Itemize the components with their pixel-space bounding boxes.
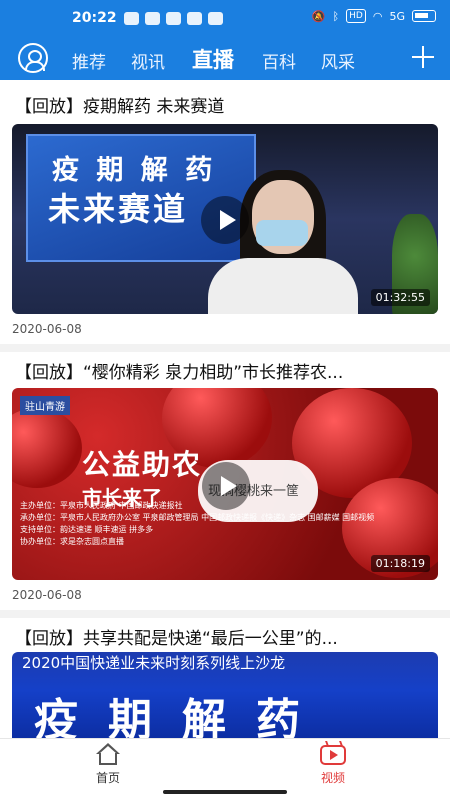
status-notification-icons (124, 12, 223, 25)
status-time: 20:22 (72, 10, 117, 26)
tab-live[interactable]: 直播 (192, 44, 234, 74)
thumbnail-tag: 驻山青游 (20, 396, 70, 415)
thumbnail-text: 疫 期 解 药 (52, 155, 217, 186)
nav-video-label: 视频 (320, 771, 345, 785)
video-title[interactable]: 【回放】共享共配是快递“最后一公里”的... (15, 624, 440, 649)
video-feed: 【回放】疫期解药 未来赛道 疫 期 解 药 未来赛道 01:32:55 2020… (0, 80, 450, 740)
presenter-image (208, 258, 358, 314)
video-title[interactable]: 【回放】“樱你精彩 泉力相助”市长推荐农... (15, 358, 440, 383)
video-thumbnail[interactable]: 驻山青游 公益助农 市长来了 现摘樱桃来一筐 主办单位：平泉市人民政府 中国邮政… (12, 388, 438, 580)
channel-tabs: 推荐 视讯 直播 百科 风采 (0, 40, 450, 78)
mute-icon: 🔕 (311, 9, 326, 23)
notification-icon (124, 12, 139, 25)
thumbnail-text: 疫期解药 (34, 695, 330, 740)
bluetooth-icon: ᛒ (332, 9, 340, 23)
play-icon[interactable] (201, 196, 249, 244)
thumbnail-info: 协办单位：求是杂志圆点直播 (20, 537, 124, 546)
video-duration: 01:32:55 (370, 289, 430, 306)
network-label: 5G (389, 9, 405, 23)
tab-encyclopedia[interactable]: 百科 (262, 48, 296, 73)
thumbnail-info: 主办单位：平泉市人民政府 中国邮政快递报社 (20, 501, 183, 510)
home-indicator (163, 790, 287, 794)
video-date: 2020-06-08 (12, 322, 82, 336)
hd-badge: HD (346, 9, 366, 23)
notification-icon (208, 12, 223, 25)
video-icon (320, 745, 346, 765)
thumbnail-info: 承办单位：平泉市人民政府办公室 平泉邮政管理局 中国邮政快递报《快递》杂志 国邮… (20, 513, 375, 522)
play-icon[interactable] (202, 462, 250, 510)
thumbnail-text: 未来赛道 (48, 190, 189, 228)
notification-icon (145, 12, 160, 25)
nav-home-label: 首页 (95, 771, 120, 785)
thumbnail-text: 2020中国快递业未来时刻系列线上沙龙 (22, 654, 286, 672)
divider (0, 344, 450, 352)
tab-recommend[interactable]: 推荐 (72, 48, 106, 73)
video-thumbnail[interactable]: 2020中国快递业未来时刻系列线上沙龙 疫期解药 (12, 652, 438, 740)
plus-icon[interactable] (412, 46, 434, 68)
video-title[interactable]: 【回放】疫期解药 未来赛道 (15, 92, 440, 117)
thumbnail-info: 支持单位：韵达速递 顺丰速运 拼多多 (20, 525, 154, 534)
list-item[interactable]: 【回放】“樱你精彩 泉力相助”市长推荐农... 驻山青游 公益助农 市长来了 现… (0, 352, 450, 614)
top-header: 20:22 🔕 ᛒ HD ◠ 5G 推荐 视讯 直播 百科 风采 (0, 0, 450, 80)
video-date: 2020-06-08 (12, 588, 82, 602)
presenter-image (256, 220, 308, 246)
home-icon (95, 743, 121, 767)
notification-icon (166, 12, 181, 25)
divider (0, 610, 450, 618)
notification-icon (187, 12, 202, 25)
status-bar: 20:22 🔕 ᛒ HD ◠ 5G (0, 0, 450, 36)
wifi-icon: ◠ (372, 9, 383, 23)
tab-showcase[interactable]: 风采 (321, 48, 355, 73)
list-item[interactable]: 【回放】共享共配是快递“最后一公里”的... 2020中国快递业未来时刻系列线上… (0, 618, 450, 740)
list-item[interactable]: 【回放】疫期解药 未来赛道 疫 期 解 药 未来赛道 01:32:55 2020… (0, 80, 450, 342)
tab-video-news[interactable]: 视讯 (131, 48, 165, 73)
status-system-icons: 🔕 ᛒ HD ◠ 5G (312, 9, 436, 23)
video-thumbnail[interactable]: 疫 期 解 药 未来赛道 01:32:55 (12, 124, 438, 314)
battery-icon (412, 10, 436, 22)
cherry-image (12, 408, 82, 488)
thumbnail-text: 公益助农 (82, 448, 203, 481)
video-duration: 01:18:19 (370, 555, 430, 572)
bottom-navigation: 首页 视频 (0, 738, 450, 788)
avatar-icon[interactable] (18, 43, 48, 73)
